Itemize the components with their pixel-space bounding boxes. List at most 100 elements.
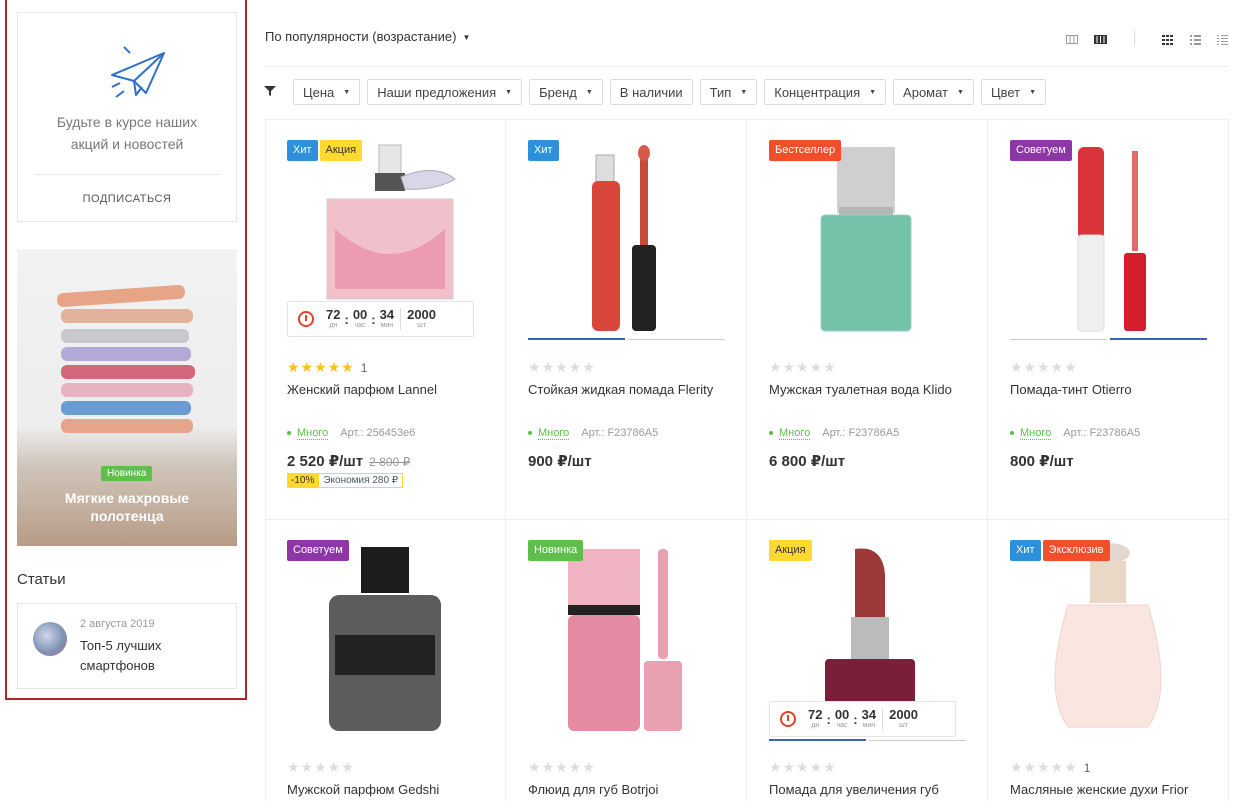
- rating-stars[interactable]: ★★★★★: [1010, 359, 1078, 376]
- sort-dropdown[interactable]: По популярности (возрастание) ▼: [265, 29, 470, 44]
- product-card[interactable]: 72 дн : 00 час : 34 мин 2000 шт Акция ★★★★★ По…: [747, 519, 988, 801]
- image-slider-bar[interactable]: [528, 338, 625, 340]
- article-title[interactable]: Топ-5 лучших смартфонов: [80, 636, 230, 676]
- product-card[interactable]: Бестселлер ★★★★★ Мужская туалетная вода Kl…: [747, 119, 988, 520]
- product-card[interactable]: Хит ★★★★★ Стойкая жидкая помада Flerity Мно…: [506, 119, 747, 520]
- image-slider-bar[interactable]: [1110, 338, 1207, 340]
- rating-stars[interactable]: ★★★★★: [769, 359, 837, 376]
- economy-amount: Экономия 280 ₽: [318, 473, 404, 488]
- rating-stars[interactable]: ★★★★★ 1: [287, 359, 367, 376]
- filter-button[interactable]: Цвет ▼: [980, 79, 1047, 105]
- article-thumbnail[interactable]: [33, 622, 67, 656]
- chevron-down-icon: ▼: [505, 88, 513, 96]
- filter-button[interactable]: Аромат ▼: [893, 79, 974, 105]
- subscribe-link[interactable]: ПОДПИСАТЬСЯ: [18, 193, 236, 205]
- towel-image: [61, 419, 193, 433]
- badge-group: Хит Акция: [287, 140, 364, 161]
- product-badge: Советуем: [1010, 140, 1072, 161]
- product-card[interactable]: Советуем ★★★★★ Помада-тинт Otierro Много Арт…: [988, 119, 1229, 520]
- product-image[interactable]: [1038, 541, 1178, 735]
- product-name[interactable]: Помада для увеличения губ: [769, 779, 969, 801]
- rating-stars[interactable]: ★★★★★: [769, 759, 837, 776]
- timer-pieces: 2000 шт: [889, 707, 919, 730]
- filter-label: Аромат: [903, 84, 949, 100]
- article-card[interactable]: 2 августа 2019 Топ-5 лучших смартфонов: [17, 603, 237, 689]
- product-name[interactable]: Стойкая жидкая помада Flerity: [528, 379, 728, 401]
- rating-stars[interactable]: ★★★★★: [528, 759, 596, 776]
- timer-separator: :: [853, 711, 858, 727]
- badge-group: Новинка: [528, 540, 585, 561]
- product-name[interactable]: Женский парфюм Lannel: [287, 379, 487, 401]
- filter-label: Цвет: [990, 84, 1021, 100]
- towel-image: [61, 329, 189, 343]
- filter-button[interactable]: В наличии: [609, 79, 693, 105]
- image-slider-bar[interactable]: [628, 339, 725, 340]
- promo-banner[interactable]: Новинка Мягкие махровые полотенца: [17, 249, 237, 546]
- product-image[interactable]: [325, 545, 445, 735]
- product-image[interactable]: [811, 145, 921, 335]
- filter-label: Концентрация: [774, 84, 861, 100]
- current-price: 900 ₽/шт: [528, 453, 592, 470]
- stock-status[interactable]: Много: [1020, 427, 1052, 440]
- towel-image: [56, 284, 186, 308]
- product-name[interactable]: Масляные женские духи Frior: [1010, 779, 1210, 801]
- table-view-icon[interactable]: [1066, 35, 1078, 44]
- product-card[interactable]: 72 дн : 00 час : 34 мин 2000 шт Хит Акция ★★★★…: [265, 119, 506, 520]
- rating-stars[interactable]: ★★★★★: [528, 359, 596, 376]
- stock-status[interactable]: Много: [538, 427, 570, 440]
- filter-button[interactable]: Концентрация ▼: [764, 79, 887, 105]
- discount-info: -10% Экономия 280 ₽: [287, 473, 404, 488]
- current-price: 800 ₽/шт: [1010, 453, 1074, 470]
- timer-days: 72 дн: [326, 307, 341, 330]
- stock-status[interactable]: Много: [779, 427, 811, 440]
- chevron-down-icon: ▼: [343, 88, 351, 96]
- filter-button[interactable]: Наши предложения ▼: [367, 79, 523, 105]
- product-card[interactable]: Новинка ★★★★★ Флюид для губ Botrjoi: [506, 519, 747, 801]
- product-image[interactable]: [586, 145, 686, 335]
- stock-info: Много Арт.: F23786A5: [528, 427, 658, 440]
- timer-hours: 00 час: [352, 307, 368, 330]
- stock-dot: [1010, 431, 1014, 436]
- rating-stars[interactable]: ★★★★★: [287, 759, 355, 776]
- filter-button[interactable]: Цена ▼: [293, 79, 361, 105]
- timer-separator: :: [344, 311, 349, 327]
- timer-separator: :: [371, 311, 376, 327]
- product-name[interactable]: Помада-тинт Otierro: [1010, 379, 1210, 401]
- filter-label: В наличии: [619, 84, 683, 100]
- grid-icon[interactable]: [1162, 35, 1173, 45]
- product-image[interactable]: [1072, 145, 1172, 335]
- filter-icon[interactable]: [264, 85, 276, 97]
- subscribe-block: Будьте в курсе наших акций и новостей ПО…: [17, 12, 237, 222]
- timer-separator: :: [826, 711, 831, 727]
- product-card[interactable]: Советуем ★★★★★ Мужской парфюм Gedshi: [265, 519, 506, 801]
- sort-label: По популярности (возрастание): [265, 29, 457, 44]
- image-slider-bar[interactable]: [769, 739, 866, 741]
- product-sku: Арт.: 256453e6: [340, 427, 416, 439]
- stock-dot: [769, 431, 773, 436]
- list-view-icon[interactable]: [1094, 35, 1107, 44]
- promo-title[interactable]: Мягкие махровые полотенца: [17, 489, 237, 525]
- rating-stars[interactable]: ★★★★★ 1: [1010, 759, 1090, 776]
- towel-image: [61, 309, 193, 323]
- image-slider-bar[interactable]: [869, 740, 966, 741]
- product-name[interactable]: Мужская туалетная вода Klido: [769, 379, 969, 401]
- list-icon[interactable]: [1190, 35, 1201, 45]
- product-image[interactable]: [550, 545, 700, 735]
- product-name[interactable]: Флюид для губ Botrjoi: [528, 779, 728, 801]
- product-name[interactable]: Мужской парфюм Gedshi: [287, 779, 487, 801]
- product-badge: Советуем: [287, 540, 349, 561]
- filter-button[interactable]: Тип ▼: [699, 79, 758, 105]
- filter-button[interactable]: Бренд ▼: [529, 79, 603, 105]
- image-slider-bar[interactable]: [1010, 339, 1107, 340]
- towel-image: [61, 401, 191, 415]
- product-image[interactable]: [305, 139, 475, 305]
- compact-list-icon[interactable]: [1217, 35, 1228, 45]
- old-price: 2 800 ₽: [369, 455, 411, 469]
- stock-info: Много Арт.: 256453e6: [287, 427, 416, 440]
- current-price: 2 520 ₽/шт: [287, 453, 364, 470]
- product-card[interactable]: Хит Эксклюзив ★★★★★ 1 Масляные женские духи …: [988, 519, 1229, 801]
- stock-dot: [287, 431, 291, 436]
- paper-plane-icon: [111, 46, 165, 98]
- stock-status[interactable]: Много: [297, 427, 329, 440]
- timer-minutes: 34 мин: [861, 707, 877, 730]
